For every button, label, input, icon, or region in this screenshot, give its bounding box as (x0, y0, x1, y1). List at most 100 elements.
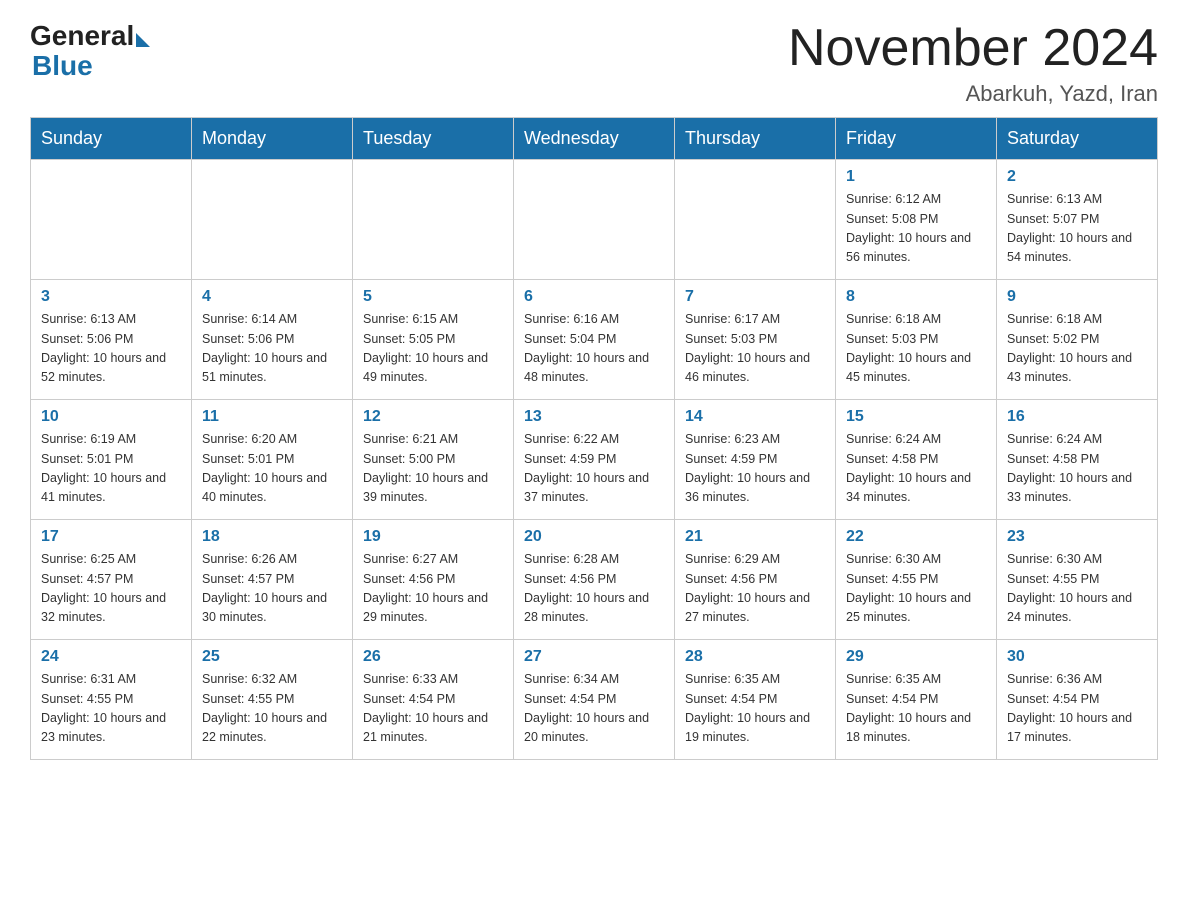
calendar-cell: 4 Sunrise: 6:14 AMSunset: 5:06 PMDaylight… (192, 280, 353, 400)
logo-arrow-icon (136, 33, 150, 47)
calendar-cell: 25 Sunrise: 6:32 AMSunset: 4:55 PMDayligh… (192, 640, 353, 760)
day-number: 7 (685, 288, 825, 306)
day-number: 29 (846, 648, 986, 666)
week-row-4: 17 Sunrise: 6:25 AMSunset: 4:57 PMDayligh… (31, 520, 1158, 640)
calendar-cell: 11 Sunrise: 6:20 AMSunset: 5:01 PMDayligh… (192, 400, 353, 520)
day-info: Sunrise: 6:13 AMSunset: 5:07 PMDaylight:… (1007, 190, 1147, 268)
weekday-header-friday: Friday (836, 118, 997, 160)
day-info: Sunrise: 6:15 AMSunset: 5:05 PMDaylight:… (363, 310, 503, 388)
calendar-cell (31, 160, 192, 280)
calendar-cell (192, 160, 353, 280)
day-info: Sunrise: 6:18 AMSunset: 5:03 PMDaylight:… (846, 310, 986, 388)
day-info: Sunrise: 6:19 AMSunset: 5:01 PMDaylight:… (41, 430, 181, 508)
page-header: General Blue November 2024 Abarkuh, Yazd… (30, 20, 1158, 107)
calendar-cell: 20 Sunrise: 6:28 AMSunset: 4:56 PMDayligh… (514, 520, 675, 640)
calendar-cell: 12 Sunrise: 6:21 AMSunset: 5:00 PMDayligh… (353, 400, 514, 520)
calendar-cell: 1 Sunrise: 6:12 AMSunset: 5:08 PMDaylight… (836, 160, 997, 280)
day-info: Sunrise: 6:26 AMSunset: 4:57 PMDaylight:… (202, 550, 342, 628)
calendar-cell: 19 Sunrise: 6:27 AMSunset: 4:56 PMDayligh… (353, 520, 514, 640)
calendar-cell: 17 Sunrise: 6:25 AMSunset: 4:57 PMDayligh… (31, 520, 192, 640)
day-number: 11 (202, 408, 342, 426)
day-number: 10 (41, 408, 181, 426)
weekday-header-monday: Monday (192, 118, 353, 160)
day-info: Sunrise: 6:22 AMSunset: 4:59 PMDaylight:… (524, 430, 664, 508)
calendar-cell: 16 Sunrise: 6:24 AMSunset: 4:58 PMDayligh… (997, 400, 1158, 520)
calendar-cell (675, 160, 836, 280)
day-number: 9 (1007, 288, 1147, 306)
location-label: Abarkuh, Yazd, Iran (788, 81, 1158, 107)
calendar-cell: 3Sunrise: 6:13 AMSunset: 5:06 PMDaylight… (31, 280, 192, 400)
weekday-header-sunday: Sunday (31, 118, 192, 160)
day-info: Sunrise: 6:30 AMSunset: 4:55 PMDaylight:… (846, 550, 986, 628)
calendar-cell: 23Sunrise: 6:30 AMSunset: 4:55 PMDayligh… (997, 520, 1158, 640)
week-row-5: 24Sunrise: 6:31 AMSunset: 4:55 PMDayligh… (31, 640, 1158, 760)
day-number: 23 (1007, 528, 1147, 546)
day-number: 18 (202, 528, 342, 546)
calendar-cell: 15 Sunrise: 6:24 AMSunset: 4:58 PMDayligh… (836, 400, 997, 520)
day-number: 13 (524, 408, 664, 426)
weekday-header-tuesday: Tuesday (353, 118, 514, 160)
week-row-2: 3Sunrise: 6:13 AMSunset: 5:06 PMDaylight… (31, 280, 1158, 400)
day-info: Sunrise: 6:18 AMSunset: 5:02 PMDaylight:… (1007, 310, 1147, 388)
calendar-cell: 9 Sunrise: 6:18 AMSunset: 5:02 PMDaylight… (997, 280, 1158, 400)
day-number: 17 (41, 528, 181, 546)
day-number: 16 (1007, 408, 1147, 426)
week-row-3: 10 Sunrise: 6:19 AMSunset: 5:01 PMDayligh… (31, 400, 1158, 520)
calendar-cell: 7Sunrise: 6:17 AMSunset: 5:03 PMDaylight… (675, 280, 836, 400)
weekday-header-saturday: Saturday (997, 118, 1158, 160)
title-section: November 2024 Abarkuh, Yazd, Iran (788, 20, 1158, 107)
day-number: 25 (202, 648, 342, 666)
day-info: Sunrise: 6:27 AMSunset: 4:56 PMDaylight:… (363, 550, 503, 628)
day-info: Sunrise: 6:24 AMSunset: 4:58 PMDaylight:… (846, 430, 986, 508)
day-info: Sunrise: 6:33 AMSunset: 4:54 PMDaylight:… (363, 670, 503, 748)
calendar-cell: 21 Sunrise: 6:29 AMSunset: 4:56 PMDayligh… (675, 520, 836, 640)
day-number: 8 (846, 288, 986, 306)
calendar-cell: 26 Sunrise: 6:33 AMSunset: 4:54 PMDayligh… (353, 640, 514, 760)
day-info: Sunrise: 6:29 AMSunset: 4:56 PMDaylight:… (685, 550, 825, 628)
day-info: Sunrise: 6:36 AMSunset: 4:54 PMDaylight:… (1007, 670, 1147, 748)
day-number: 14 (685, 408, 825, 426)
day-number: 22 (846, 528, 986, 546)
calendar-cell (514, 160, 675, 280)
day-number: 19 (363, 528, 503, 546)
day-info: Sunrise: 6:20 AMSunset: 5:01 PMDaylight:… (202, 430, 342, 508)
day-number: 15 (846, 408, 986, 426)
day-number: 12 (363, 408, 503, 426)
calendar-cell: 29 Sunrise: 6:35 AMSunset: 4:54 PMDayligh… (836, 640, 997, 760)
calendar-cell: 13 Sunrise: 6:22 AMSunset: 4:59 PMDayligh… (514, 400, 675, 520)
day-info: Sunrise: 6:13 AMSunset: 5:06 PMDaylight:… (41, 310, 181, 388)
day-number: 21 (685, 528, 825, 546)
weekday-header-wednesday: Wednesday (514, 118, 675, 160)
calendar-cell: 18 Sunrise: 6:26 AMSunset: 4:57 PMDayligh… (192, 520, 353, 640)
month-title: November 2024 (788, 20, 1158, 77)
day-number: 20 (524, 528, 664, 546)
calendar-cell: 30 Sunrise: 6:36 AMSunset: 4:54 PMDayligh… (997, 640, 1158, 760)
day-number: 4 (202, 288, 342, 306)
calendar-cell: 10 Sunrise: 6:19 AMSunset: 5:01 PMDayligh… (31, 400, 192, 520)
calendar-cell: 5Sunrise: 6:15 AMSunset: 5:05 PMDaylight… (353, 280, 514, 400)
day-info: Sunrise: 6:23 AMSunset: 4:59 PMDaylight:… (685, 430, 825, 508)
day-number: 28 (685, 648, 825, 666)
calendar-cell (353, 160, 514, 280)
calendar-cell: 6Sunrise: 6:16 AMSunset: 5:04 PMDaylight… (514, 280, 675, 400)
day-info: Sunrise: 6:24 AMSunset: 4:58 PMDaylight:… (1007, 430, 1147, 508)
calendar-cell: 8 Sunrise: 6:18 AMSunset: 5:03 PMDaylight… (836, 280, 997, 400)
day-number: 6 (524, 288, 664, 306)
day-info: Sunrise: 6:21 AMSunset: 5:00 PMDaylight:… (363, 430, 503, 508)
day-info: Sunrise: 6:28 AMSunset: 4:56 PMDaylight:… (524, 550, 664, 628)
day-info: Sunrise: 6:14 AMSunset: 5:06 PMDaylight:… (202, 310, 342, 388)
calendar-table: SundayMondayTuesdayWednesdayThursdayFrid… (30, 117, 1158, 760)
day-info: Sunrise: 6:25 AMSunset: 4:57 PMDaylight:… (41, 550, 181, 628)
day-info: Sunrise: 6:12 AMSunset: 5:08 PMDaylight:… (846, 190, 986, 268)
day-info: Sunrise: 6:32 AMSunset: 4:55 PMDaylight:… (202, 670, 342, 748)
logo-general-text: General (30, 20, 134, 52)
day-number: 27 (524, 648, 664, 666)
day-number: 30 (1007, 648, 1147, 666)
day-number: 1 (846, 168, 986, 186)
day-info: Sunrise: 6:31 AMSunset: 4:55 PMDaylight:… (41, 670, 181, 748)
day-info: Sunrise: 6:35 AMSunset: 4:54 PMDaylight:… (846, 670, 986, 748)
calendar-cell: 24Sunrise: 6:31 AMSunset: 4:55 PMDayligh… (31, 640, 192, 760)
weekday-header-row: SundayMondayTuesdayWednesdayThursdayFrid… (31, 118, 1158, 160)
day-info: Sunrise: 6:34 AMSunset: 4:54 PMDaylight:… (524, 670, 664, 748)
day-number: 26 (363, 648, 503, 666)
